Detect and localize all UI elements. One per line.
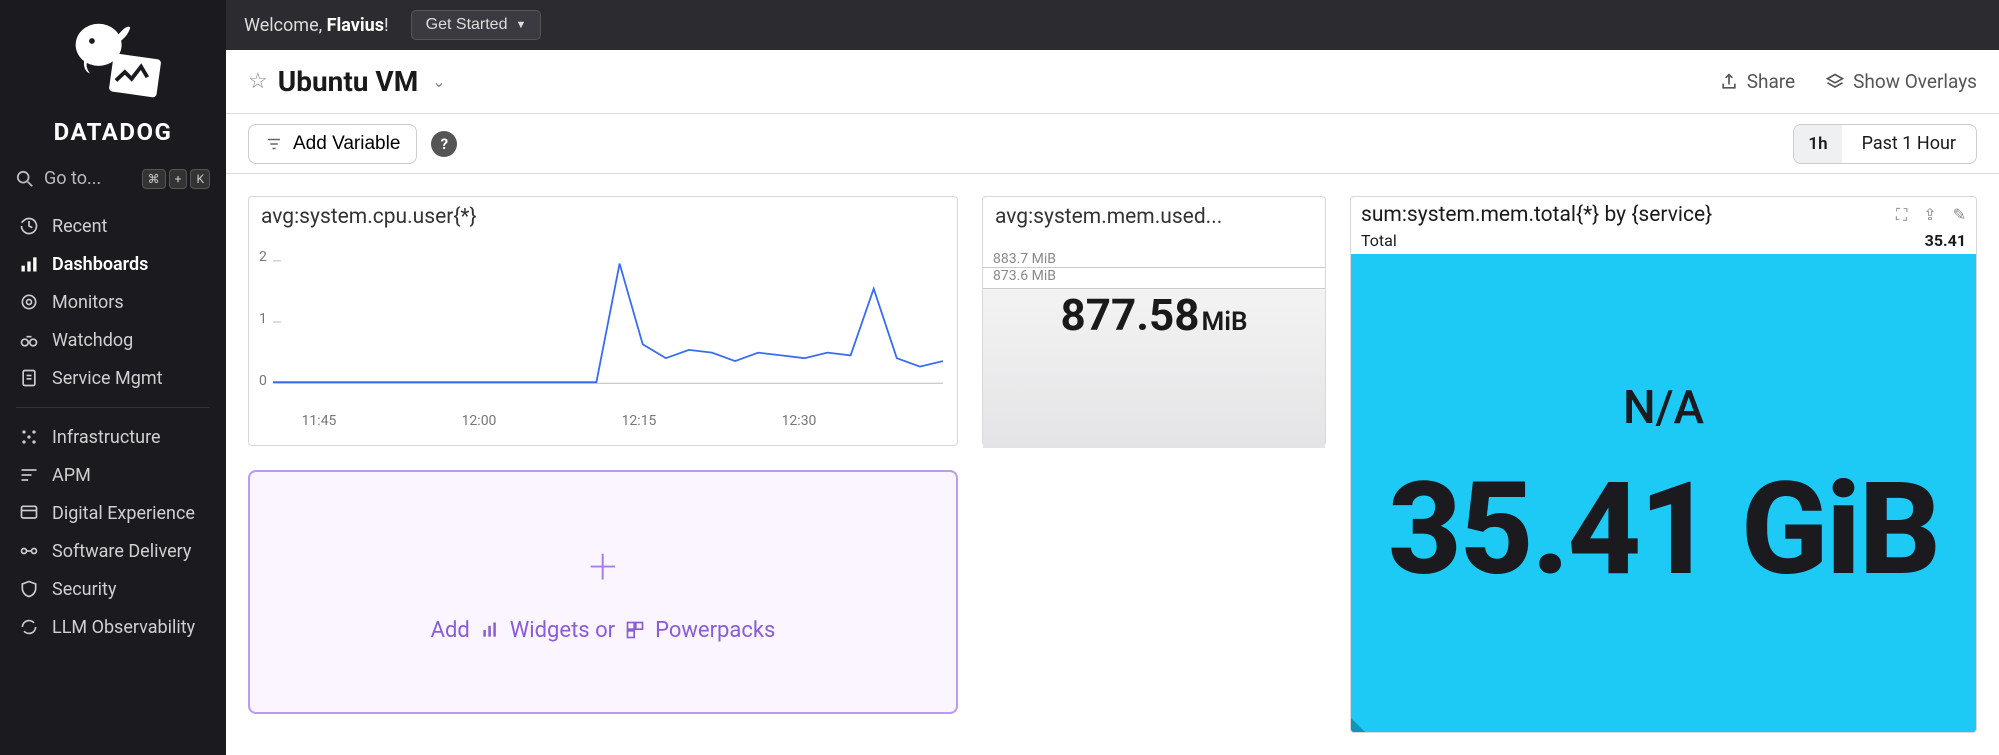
title-dropdown-icon[interactable]: ⌄: [432, 72, 445, 91]
layers-icon: [1825, 72, 1845, 92]
sidebar: DATADOG Go to... ⌘ + K Recent Dashboards…: [0, 0, 226, 755]
plus-icon: +: [589, 542, 617, 592]
line-chart: [273, 247, 943, 405]
clipboard-icon: [18, 367, 40, 389]
nav-monitors[interactable]: Monitors: [0, 283, 226, 321]
monitor-icon: [18, 291, 40, 313]
refresh-icon: [18, 616, 40, 638]
widget-title: sum:system.mem.total{*} by {service}: [1361, 203, 1884, 227]
dashboard-canvas: avg:system.cpu.user{*} 2 1 0 11:45 12:00…: [226, 174, 1999, 755]
powerpack-icon: [625, 620, 645, 640]
brand-logo: DATADOG: [0, 0, 226, 168]
nav-digital-experience[interactable]: Digital Experience: [0, 494, 226, 532]
export-icon[interactable]: ⇪: [1923, 205, 1936, 224]
y-tick: 1: [259, 311, 267, 327]
search-icon: [16, 170, 34, 188]
dashboard-header: ☆ Ubuntu VM ⌄ Share Show Overlays: [226, 50, 1999, 114]
nav-llm-observability[interactable]: LLM Observability: [0, 608, 226, 646]
nav-service-mgmt[interactable]: Service Mgmt: [0, 359, 226, 397]
add-variable-button[interactable]: Add Variable: [248, 124, 417, 164]
nodes-icon: [18, 426, 40, 448]
mem-value: 877.58MiB: [983, 289, 1325, 341]
toplist-value: 35.41 GiB: [1388, 455, 1939, 605]
resize-handle-icon[interactable]: [1351, 718, 1365, 732]
time-label: Past 1 Hour: [1842, 133, 1976, 154]
widget-title: avg:system.mem.used...: [983, 197, 1325, 229]
dropzone-label: Add Widgets or Powerpacks: [431, 618, 776, 643]
show-overlays-button[interactable]: Show Overlays: [1825, 70, 1977, 93]
share-icon: [1719, 72, 1739, 92]
widget-mem-used[interactable]: avg:system.mem.used... 883.7 MiB 873.6 M…: [982, 196, 1326, 446]
y-tick: 0: [259, 373, 267, 389]
dashboard-icon: [18, 253, 40, 275]
nav-apm[interactable]: APM: [0, 456, 226, 494]
mem-tick-upper: 883.7 MiB: [983, 251, 1325, 267]
brand-name: DATADOG: [0, 118, 226, 146]
filter-icon: [265, 135, 283, 153]
nav-security[interactable]: Security: [0, 570, 226, 608]
pipeline-icon: [18, 540, 40, 562]
trace-icon: [18, 464, 40, 486]
get-started-button[interactable]: Get Started ▼: [411, 10, 542, 40]
shortcut-key: K: [190, 169, 210, 189]
nav-recent[interactable]: Recent: [0, 207, 226, 245]
mem-tick-lower: 873.6 MiB: [983, 267, 1325, 284]
toplist-row-header: Total 35.41: [1351, 229, 1976, 254]
add-widget-dropzone[interactable]: + Add Widgets or Powerpacks: [248, 470, 958, 714]
time-range-picker[interactable]: 1h Past 1 Hour: [1793, 124, 1977, 164]
bar-chart-icon: [480, 620, 500, 640]
x-tick: 12:15: [622, 413, 657, 429]
x-tick: 12:00: [462, 413, 497, 429]
topbar: Welcome, Flavius! Get Started ▼: [226, 0, 1999, 50]
y-tick: 2: [259, 249, 267, 265]
nav-separator: [16, 407, 210, 408]
share-button[interactable]: Share: [1719, 70, 1795, 93]
dashboard-title[interactable]: Ubuntu VM: [278, 65, 419, 98]
shortcut-mod: ⌘: [142, 169, 166, 189]
shield-icon: [18, 578, 40, 600]
widget-title: avg:system.cpu.user{*}: [249, 197, 957, 229]
welcome-text: Welcome, Flavius!: [244, 15, 389, 36]
x-tick: 12:30: [782, 413, 817, 429]
shortcut-plus: +: [169, 169, 188, 189]
help-button[interactable]: ?: [431, 131, 457, 157]
fullscreen-icon[interactable]: ⛶: [1896, 205, 1907, 224]
caret-down-icon: ▼: [515, 19, 526, 31]
widget-cpu-chart[interactable]: avg:system.cpu.user{*} 2 1 0 11:45 12:00…: [248, 196, 958, 446]
nav-infrastructure[interactable]: Infrastructure: [0, 418, 226, 456]
browser-icon: [18, 502, 40, 524]
series-label: N/A: [1623, 381, 1704, 435]
nav-primary: Recent Dashboards Monitors Watchdog Serv…: [0, 203, 226, 650]
variable-bar: Add Variable ? 1h Past 1 Hour: [226, 114, 1999, 174]
edit-icon[interactable]: ✎: [1953, 205, 1966, 224]
nav-dashboards[interactable]: Dashboards: [0, 245, 226, 283]
datadog-logo-icon: [65, 18, 161, 108]
binoculars-icon: [18, 329, 40, 351]
widget-mem-total-toplist[interactable]: sum:system.mem.total{*} by {service} ⛶ ⇪…: [1350, 196, 1977, 733]
nav-software-delivery[interactable]: Software Delivery: [0, 532, 226, 570]
nav-watchdog[interactable]: Watchdog: [0, 321, 226, 359]
goto-search[interactable]: Go to... ⌘ + K: [0, 168, 226, 203]
time-short: 1h: [1794, 125, 1841, 163]
x-tick: 11:45: [302, 413, 337, 429]
toplist-bar: N/A 35.41 GiB: [1351, 254, 1976, 732]
history-icon: [18, 215, 40, 237]
favorite-star-icon[interactable]: ☆: [248, 69, 268, 94]
